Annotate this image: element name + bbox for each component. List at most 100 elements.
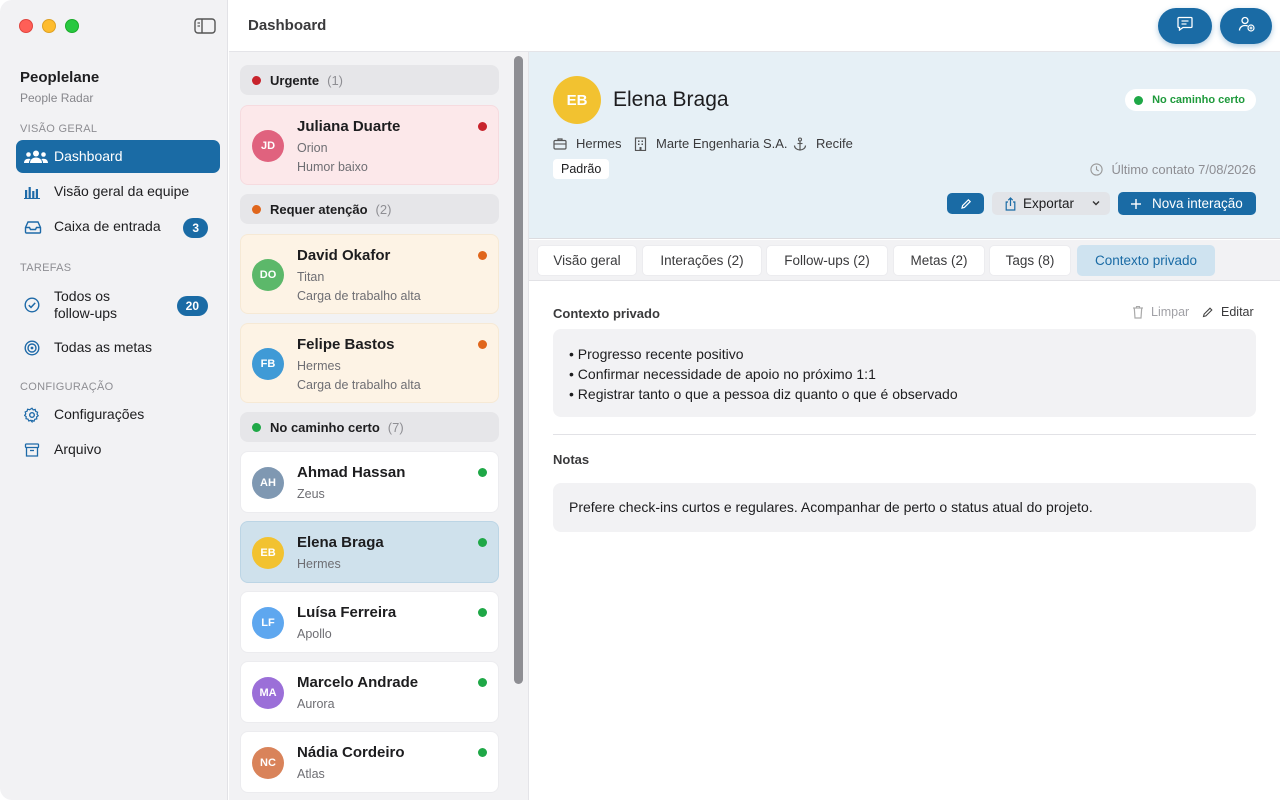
- new-interaction-button[interactable]: Nova interação: [1118, 192, 1256, 215]
- status-label: No caminho certo: [1152, 94, 1245, 106]
- person-name: Luísa Ferreira: [297, 604, 397, 621]
- person-card-luisa[interactable]: LF Luísa Ferreira Apollo: [240, 591, 499, 653]
- export-button[interactable]: Exportar: [992, 192, 1110, 215]
- group-count: (7): [387, 419, 404, 435]
- person-name: Marcelo Andrade: [297, 674, 419, 691]
- profile-tag-chip: Padrão: [553, 159, 610, 179]
- add-person-button[interactable]: [1220, 8, 1272, 44]
- avatar: EB: [252, 537, 284, 569]
- person-team: Aurora: [297, 697, 335, 711]
- sidebar-item-followups[interactable]: Todos os follow-ups 20: [16, 284, 220, 326]
- person-team: Titan: [297, 270, 325, 284]
- sidebar-item-goals[interactable]: Todas as metas: [16, 331, 220, 364]
- sidebar-item-team-overview[interactable]: Visão geral da equipe: [16, 175, 220, 208]
- avatar: LF: [252, 607, 284, 639]
- inbox-count-badge: 3: [183, 218, 208, 238]
- pencil-icon: [960, 198, 971, 209]
- clear-label: Limpar: [1151, 305, 1190, 319]
- sidebar: Peoplelane People Radar VISÃO GERAL Dash…: [0, 0, 228, 800]
- followups-label-line2: follow-ups: [54, 305, 118, 321]
- person-card-felipe[interactable]: FB Felipe Bastos Hermes Carga de trabalh…: [240, 323, 499, 403]
- status-dot-icon: [478, 468, 487, 477]
- anchor-icon: [793, 136, 807, 151]
- tab-tags[interactable]: Tags (8): [989, 245, 1071, 276]
- section-label-overview: VISÃO GERAL: [20, 123, 98, 135]
- group-label: Urgente: [270, 72, 320, 88]
- close-window-button[interactable]: [19, 19, 33, 33]
- list-scrollbar[interactable]: [514, 56, 523, 684]
- window-controls: [19, 19, 79, 33]
- sidebar-item-label: Dashboard: [54, 148, 123, 164]
- tab-private-context[interactable]: Contexto privado: [1077, 245, 1215, 276]
- person-card-marcelo[interactable]: MA Marcelo Andrade Aurora: [240, 661, 499, 723]
- person-card-david[interactable]: DO David Okafor Titan Carga de trabalho …: [240, 234, 499, 314]
- notes-box: Prefere check-ins curtos e regulares. Ac…: [553, 483, 1256, 532]
- person-note: Carga de trabalho alta: [297, 289, 421, 303]
- sidebar-item-label: Todas as metas: [54, 339, 153, 355]
- clear-button[interactable]: Limpar: [1132, 305, 1189, 319]
- briefcase-icon: [553, 138, 567, 150]
- zoom-window-button[interactable]: [65, 19, 79, 33]
- person-detail-header: EB Elena Braga No caminho certo Hermes M…: [529, 52, 1280, 239]
- inbox-icon: [24, 217, 48, 237]
- section-label-config: CONFIGURAÇÃO: [20, 381, 114, 393]
- private-context-title: Contexto privado: [553, 306, 660, 321]
- avatar: EB: [553, 76, 601, 124]
- attention-dot-icon: [252, 204, 261, 214]
- meta-city: Recife: [793, 136, 853, 151]
- person-team: Hermes: [297, 359, 341, 373]
- chat-bubble-icon: [1177, 16, 1193, 36]
- person-team: Hermes: [297, 557, 341, 571]
- people-icon: [24, 147, 48, 167]
- tab-followups[interactable]: Follow-ups (2): [766, 245, 888, 276]
- meta-team-label: Hermes: [576, 136, 622, 151]
- status-dot-icon: [478, 538, 487, 547]
- avatar: MA: [252, 677, 284, 709]
- sidebar-item-label: Configurações: [54, 406, 145, 422]
- person-card-ahmad[interactable]: AH Ahmad Hassan Zeus: [240, 451, 499, 513]
- minimize-window-button[interactable]: [42, 19, 56, 33]
- sidebar-toggle-icon[interactable]: [194, 18, 216, 34]
- avatar: JD: [252, 130, 284, 162]
- person-add-icon: [1238, 16, 1255, 37]
- section-label-tasks: TAREFAS: [20, 262, 72, 274]
- person-team: Apollo: [297, 627, 332, 641]
- person-card-nadia[interactable]: NC Nádia Cordeiro Atlas: [240, 731, 499, 793]
- sidebar-item-archive[interactable]: Arquivo: [16, 433, 220, 466]
- edit-person-button[interactable]: [947, 193, 984, 214]
- status-dot-icon: [478, 122, 487, 131]
- person-card-elena[interactable]: EB Elena Braga Hermes: [240, 521, 499, 583]
- sidebar-item-inbox[interactable]: Caixa de entrada 3: [16, 210, 220, 243]
- detail-tabs: Visão geral Interações (2) Follow-ups (2…: [529, 240, 1280, 281]
- tab-overview[interactable]: Visão geral: [537, 245, 637, 276]
- share-icon: [1005, 196, 1016, 211]
- tab-interactions[interactable]: Interações (2): [642, 245, 762, 276]
- clock-icon: [1090, 163, 1104, 176]
- target-icon: [24, 338, 48, 358]
- tab-goals[interactable]: Metas (2): [893, 245, 985, 276]
- app-subtitle: People Radar: [20, 91, 94, 105]
- person-name: Elena Braga: [297, 534, 384, 551]
- context-line: • Confirmar necessidade de apoio no próx…: [569, 366, 876, 382]
- avatar: DO: [252, 259, 284, 291]
- private-context-box: • Progresso recente positivo • Confirmar…: [553, 329, 1256, 417]
- followups-label-line1: Todos os: [54, 288, 111, 304]
- sidebar-item-dashboard[interactable]: Dashboard: [16, 140, 220, 173]
- context-line: • Registrar tanto o que a pessoa diz qua…: [569, 386, 958, 402]
- followups-count-badge: 20: [176, 296, 208, 316]
- person-name: Ahmad Hassan: [297, 464, 406, 481]
- status-dot-icon: [478, 251, 487, 260]
- meta-city-label: Recife: [816, 136, 853, 151]
- edit-context-button[interactable]: Editar: [1202, 305, 1254, 319]
- bar-chart-icon: [24, 182, 48, 202]
- urgent-dot-icon: [252, 75, 261, 85]
- person-note: Carga de trabalho alta: [297, 378, 421, 392]
- person-card-juliana[interactable]: JD Juliana Duarte Orion Humor baixo: [240, 105, 499, 185]
- feedback-button[interactable]: [1158, 8, 1212, 44]
- sidebar-item-settings[interactable]: Configurações: [16, 398, 220, 431]
- avatar: FB: [252, 348, 284, 380]
- sidebar-item-label: Todos os follow-ups: [54, 288, 117, 322]
- sidebar-item-label: Arquivo: [54, 441, 102, 457]
- person-name: Felipe Bastos: [297, 336, 395, 353]
- status-dot-icon: [478, 340, 487, 349]
